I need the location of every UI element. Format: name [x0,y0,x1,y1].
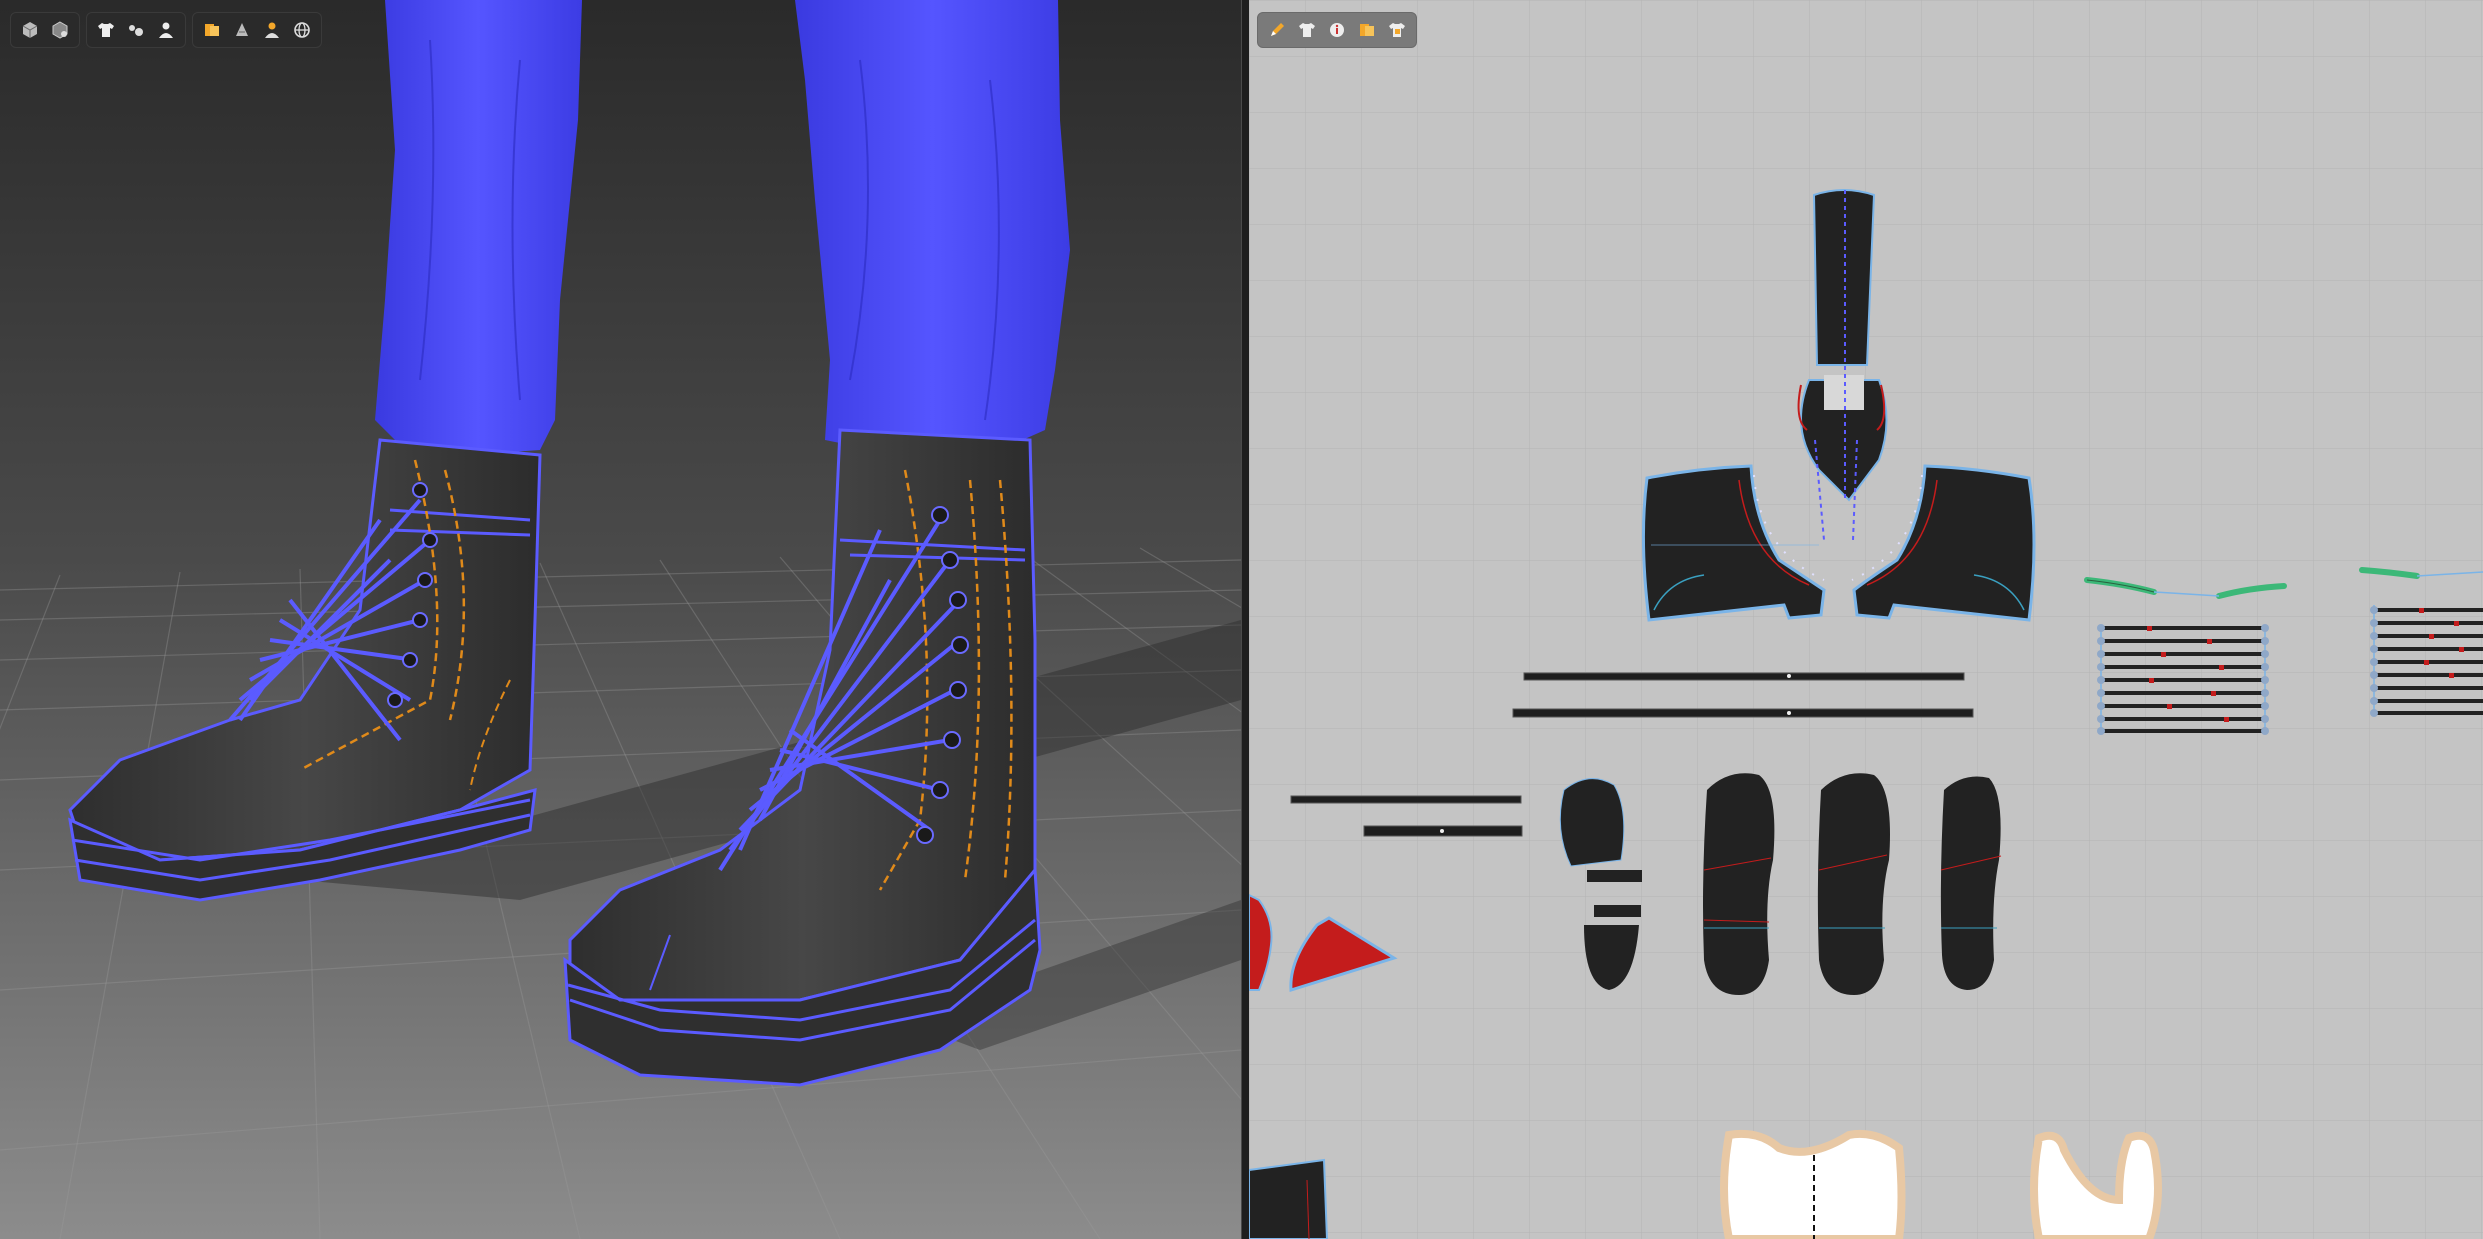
avatar-icon[interactable] [153,17,179,43]
pattern-laces-group-2[interactable] [2370,605,2483,717]
pattern-laces-group-1[interactable] [2097,624,2269,735]
tshirt-icon[interactable] [93,17,119,43]
avatar-texture-icon[interactable] [259,17,285,43]
texture-icon[interactable] [1354,17,1380,43]
pencil-icon[interactable] [1264,17,1290,43]
pattern-strap-short-2[interactable] [1363,825,1523,837]
toolbar-group-2d [1257,12,1417,48]
globe-icon[interactable] [289,17,315,43]
pattern-grid [1249,0,2483,1239]
surface-icon[interactable] [229,17,255,43]
pattern-strap-long-1[interactable] [1523,672,1965,681]
fabric-icon[interactable] [123,17,149,43]
2d-toolbar [1257,12,1417,48]
avatar-pants-right[interactable] [795,0,1070,455]
toolbar-group-render [192,12,322,48]
toolbar-group-display [10,12,80,48]
info-icon[interactable] [1324,17,1350,43]
2d-pattern-canvas[interactable] [1249,0,2483,1239]
pattern-outsole-1[interactable] [1703,773,1775,995]
pattern-strap-short-1[interactable] [1290,795,1522,804]
3d-toolbar [10,12,322,48]
3d-viewport[interactable] [0,0,1241,1239]
texture-icon[interactable] [199,17,225,43]
2d-viewport[interactable] [1249,0,2483,1239]
toolbar-group-garment [86,12,186,48]
pattern-white-bodice-left[interactable] [1720,1129,1906,1239]
cube-wire-icon[interactable] [47,17,73,43]
pattern-outsole-3[interactable] [1940,776,2002,991]
cube-view-icon[interactable] [17,17,43,43]
tshirt-texture-icon[interactable] [1384,17,1410,43]
avatar-pants-left[interactable] [375,0,582,455]
pattern-outsole-2[interactable] [1817,773,1890,995]
pattern-strap-long-2[interactable] [1512,708,1974,718]
pattern-dark-piece-bottom[interactable] [1249,1158,1329,1239]
3d-scene[interactable] [0,0,1241,1239]
tshirt-icon[interactable] [1294,17,1320,43]
